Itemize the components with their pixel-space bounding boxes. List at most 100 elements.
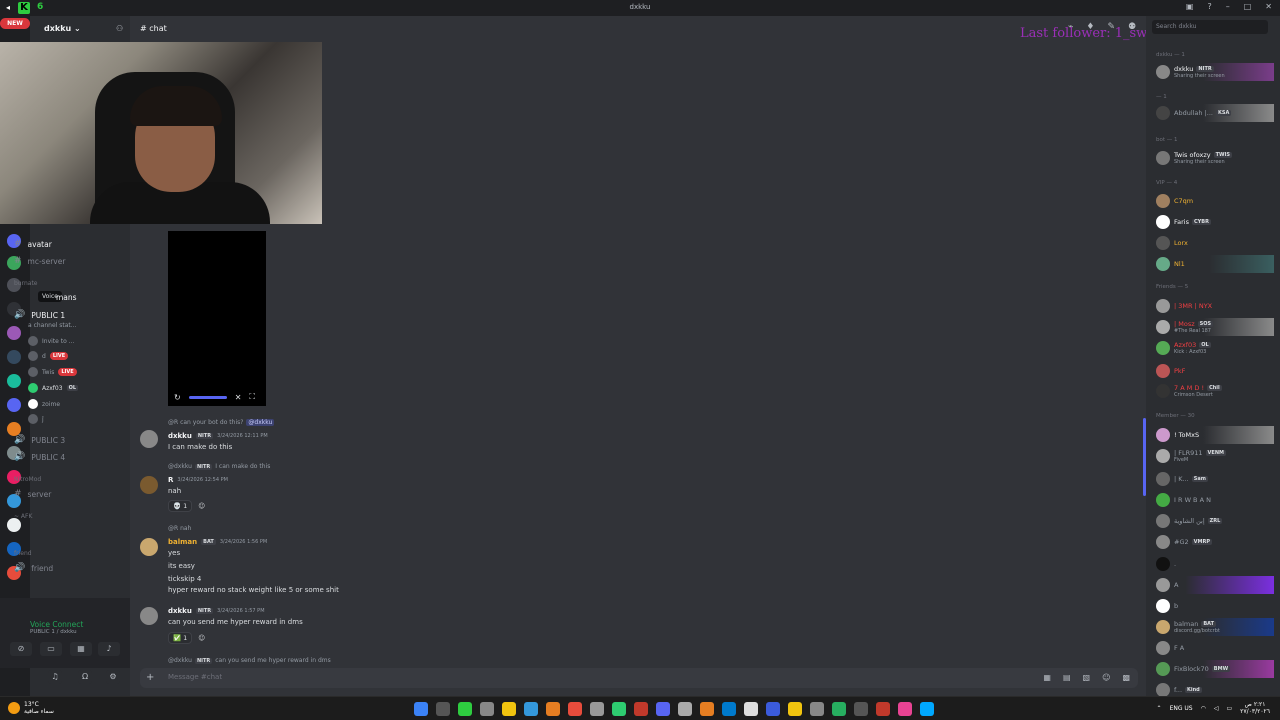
app-icon[interactable] bbox=[590, 702, 604, 716]
app-icon[interactable] bbox=[788, 702, 802, 716]
member-item[interactable]: Lorx bbox=[1156, 234, 1274, 252]
app-icon[interactable] bbox=[458, 702, 472, 716]
activities-button[interactable]: ▦ bbox=[70, 642, 92, 656]
message-reply[interactable]: @R can your bot do this? @dxkku bbox=[168, 419, 275, 426]
voice-invite[interactable]: Invite to ... bbox=[28, 336, 74, 346]
server-icon[interactable] bbox=[7, 374, 21, 388]
member-item[interactable]: إبن الشاوية ZRL bbox=[1156, 512, 1274, 530]
member-item[interactable]: Azxf03 OL Kick : Azxf03 bbox=[1156, 339, 1274, 357]
server-name[interactable]: dxkku ⌄ bbox=[44, 24, 81, 33]
channel-server[interactable]: # server bbox=[14, 489, 51, 499]
volume-icon[interactable]: ◁ bbox=[1214, 705, 1219, 712]
vscode-icon[interactable] bbox=[722, 702, 736, 716]
emoji-icon[interactable]: ☺ bbox=[1102, 673, 1110, 682]
mic-button[interactable]: ♫ bbox=[48, 670, 62, 684]
member-item[interactable]: Abdullah |... KSA bbox=[1156, 104, 1274, 122]
add-reaction-icon[interactable]: ☺ bbox=[198, 502, 205, 510]
video-attachment[interactable] bbox=[168, 231, 266, 406]
battery-icon[interactable]: ▭ bbox=[1227, 705, 1233, 712]
reaction[interactable]: 💀 1 bbox=[168, 500, 193, 512]
member-item[interactable]: C7qm bbox=[1156, 192, 1274, 210]
plus-icon[interactable]: + bbox=[146, 672, 154, 683]
inbox-icon[interactable]: ▣ bbox=[1186, 2, 1194, 11]
member-item[interactable]: Nl1 bbox=[1156, 255, 1274, 273]
app-icon[interactable] bbox=[612, 702, 626, 716]
message-author[interactable]: R 3/24/2026 12:54 PM bbox=[168, 476, 228, 484]
member-item[interactable]: Faris CYBR bbox=[1156, 213, 1274, 231]
member-item[interactable]: ! ToMxS bbox=[1156, 426, 1274, 444]
message-input[interactable]: + Message #chat ▦ ▤ ▧ ☺ ▩ bbox=[140, 668, 1138, 688]
app-icon[interactable] bbox=[876, 702, 890, 716]
category-label[interactable]: burnate bbox=[14, 280, 38, 287]
member-item[interactable]: | Mosz SOS #The Real 187 bbox=[1156, 318, 1274, 336]
avatar[interactable] bbox=[140, 430, 158, 448]
server-icon[interactable] bbox=[7, 518, 21, 532]
member-item[interactable]: 7 A M D ! Chil Crimson Desert bbox=[1156, 382, 1274, 400]
gif-icon[interactable]: ▤ bbox=[1063, 673, 1071, 682]
folder-icon[interactable] bbox=[502, 702, 516, 716]
member-scrollbar[interactable] bbox=[1143, 418, 1146, 496]
channel-public-3[interactable]: 🔊 PUBLIC 3 bbox=[14, 435, 65, 445]
video-progress[interactable] bbox=[188, 395, 227, 399]
member-item[interactable]: balman BAT discord.gg/botcrbt bbox=[1156, 618, 1274, 636]
channel-mans[interactable]: mans bbox=[56, 293, 77, 302]
settings-gear-icon[interactable]: ⚙ bbox=[106, 670, 120, 684]
voice-user[interactable]: Azxf03 OL bbox=[28, 383, 78, 393]
app-icon[interactable] bbox=[480, 702, 494, 716]
member-item[interactable]: | K... Sam bbox=[1156, 470, 1274, 488]
channel-public-4[interactable]: 🔊 PUBLIC 4 bbox=[14, 452, 65, 462]
app-icon[interactable] bbox=[810, 702, 824, 716]
avatar[interactable] bbox=[140, 476, 158, 494]
category-label[interactable]: ~ AFK bbox=[14, 513, 32, 520]
voice-status[interactable]: Voice Connect bbox=[30, 620, 83, 629]
category-label[interactable]: NitroMod bbox=[14, 476, 41, 483]
clock[interactable]: ٢:٢١ ص ٢٧/٠٣/٢٠٢٦ bbox=[1240, 701, 1270, 715]
close-icon[interactable]: ✕ bbox=[1265, 2, 1272, 11]
member-item[interactable]: FixBlock70 BMW bbox=[1156, 660, 1274, 678]
app-icon[interactable] bbox=[700, 702, 714, 716]
add-member-icon[interactable]: ⚇ bbox=[116, 24, 123, 33]
discord-icon[interactable] bbox=[656, 702, 670, 716]
fullscreen-icon[interactable]: ⛶ bbox=[249, 392, 255, 402]
screen-share-button[interactable]: ▭ bbox=[40, 642, 62, 656]
server-icon[interactable] bbox=[7, 398, 21, 412]
member-item[interactable]: b bbox=[1156, 597, 1274, 615]
weather-widget[interactable]: 13°C سماء صافية bbox=[8, 701, 54, 715]
reaction[interactable]: ✅ 1 bbox=[168, 632, 193, 644]
headphones-button[interactable]: Ω bbox=[78, 670, 92, 684]
search-input[interactable]: Search dxkku bbox=[1152, 20, 1268, 34]
add-reaction-icon[interactable]: ☺ bbox=[198, 634, 205, 642]
sticker-icon[interactable]: ▧ bbox=[1083, 673, 1091, 682]
minimize-icon[interactable]: – bbox=[1226, 2, 1230, 11]
app-icon[interactable] bbox=[832, 702, 846, 716]
camera-off-button[interactable]: ⊘ bbox=[10, 642, 32, 656]
app-icon[interactable] bbox=[678, 702, 692, 716]
brave-icon[interactable] bbox=[568, 702, 582, 716]
message-reply[interactable]: @dxkku NITR I can make do this bbox=[168, 463, 270, 470]
avatar[interactable] bbox=[140, 538, 158, 556]
voice-channel-name[interactable]: PUBLIC 1 / dxkku bbox=[30, 629, 77, 635]
wifi-icon[interactable]: ◠ bbox=[1201, 705, 1206, 712]
mute-icon[interactable]: ✕ bbox=[235, 393, 242, 402]
search-icon[interactable] bbox=[436, 702, 450, 716]
voice-user[interactable]: d LIVE bbox=[28, 351, 69, 361]
calculator-icon[interactable] bbox=[744, 702, 758, 716]
member-item[interactable]: F A bbox=[1156, 639, 1274, 657]
voice-user[interactable]: Twis LIVE bbox=[28, 367, 77, 377]
member-item[interactable]: #G2 VMRP bbox=[1156, 533, 1274, 551]
message-reply[interactable]: @R nah bbox=[168, 525, 191, 532]
firefox-icon[interactable] bbox=[546, 702, 560, 716]
channel-mc-server[interactable]: # mc-server bbox=[14, 256, 65, 266]
message-author[interactable]: dxkku NITR 3/24/2026 1:57 PM bbox=[168, 607, 265, 615]
start-icon[interactable] bbox=[414, 702, 428, 716]
app-icon[interactable] bbox=[898, 702, 912, 716]
member-item[interactable]: Twis ofoxzy TWIS Sharing their screen bbox=[1156, 149, 1274, 167]
category-label[interactable]: friend bbox=[14, 550, 32, 557]
member-item[interactable]: A bbox=[1156, 576, 1274, 594]
app-icon[interactable] bbox=[854, 702, 868, 716]
gift-icon[interactable]: ▦ bbox=[1043, 673, 1051, 682]
server-icon[interactable] bbox=[7, 326, 21, 340]
member-item[interactable]: . bbox=[1156, 555, 1274, 573]
member-item[interactable]: dxkku NITR Sharing their screen bbox=[1156, 63, 1274, 81]
channel-friend[interactable]: 🔊 friend bbox=[14, 563, 53, 573]
